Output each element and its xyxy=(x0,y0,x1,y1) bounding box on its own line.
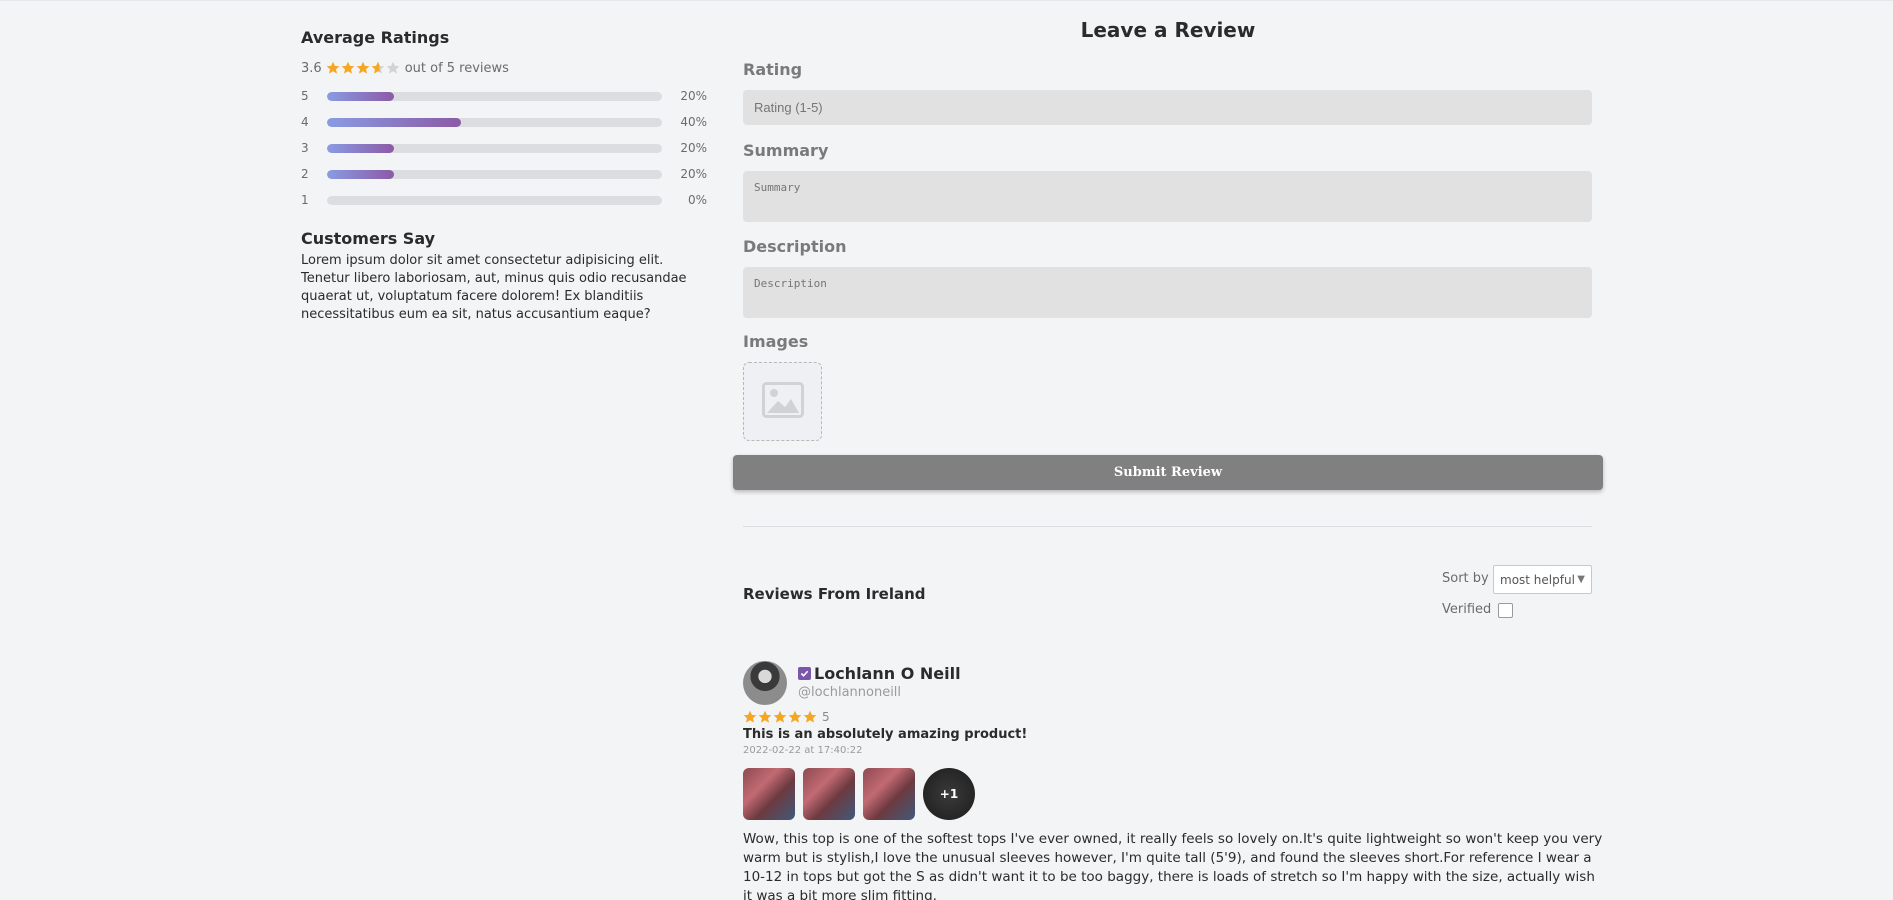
verified-label: Verified xyxy=(1442,602,1492,617)
rating-row-label: 1 xyxy=(301,193,309,207)
review-image-thumbnail[interactable] xyxy=(803,768,855,820)
leave-review-title: Leave a Review xyxy=(1080,18,1256,42)
rating-bar xyxy=(327,169,662,179)
review-stars xyxy=(743,710,818,724)
sort-select[interactable]: most helpful ▼ xyxy=(1493,565,1592,594)
image-placeholder-icon xyxy=(761,381,804,422)
average-stars xyxy=(326,61,401,75)
star-empty-icon xyxy=(386,61,400,75)
reviewer-handle: @lochlannoneill xyxy=(798,685,902,700)
reviewer-name[interactable]: Lochlann O Neill xyxy=(814,664,961,683)
review-image-thumbnail[interactable] xyxy=(743,768,795,820)
rating-row-5: 5 20% xyxy=(301,83,711,109)
rating-input[interactable] xyxy=(743,90,1592,125)
description-input[interactable] xyxy=(743,267,1592,318)
star-filled-icon xyxy=(803,710,817,724)
star-filled-icon xyxy=(773,710,787,724)
verified-checkbox[interactable] xyxy=(1498,603,1513,618)
rating-row-label: 3 xyxy=(301,141,309,155)
sort-by-label: Sort by xyxy=(1442,571,1489,586)
avatar[interactable] xyxy=(743,661,787,705)
rating-bar xyxy=(327,195,662,205)
rating-row-4: 4 40% xyxy=(301,109,711,135)
image-upload-area[interactable] xyxy=(743,362,822,441)
more-images-count: +1 xyxy=(939,787,959,801)
customers-say-text: Lorem ipsum dolor sit amet consectetur a… xyxy=(301,253,687,322)
review-rating: 5 xyxy=(743,710,830,724)
top-divider xyxy=(0,0,1893,1)
rating-row-percent: 20% xyxy=(680,167,707,181)
star-half-icon xyxy=(371,61,385,75)
rating-row-percent: 40% xyxy=(680,115,707,129)
star-filled-icon xyxy=(356,61,370,75)
review-count-text: out of 5 reviews xyxy=(404,60,509,76)
star-filled-icon xyxy=(758,710,772,724)
section-divider xyxy=(743,526,1592,527)
images-label: Images xyxy=(743,332,809,351)
rating-row-label: 5 xyxy=(301,89,309,103)
rating-row-1: 1 0% xyxy=(301,187,711,213)
rating-row-3: 3 20% xyxy=(301,135,711,161)
summary-label: Summary xyxy=(743,141,829,160)
chevron-down-icon: ▼ xyxy=(1577,574,1585,585)
customers-say-title: Customers Say xyxy=(301,229,436,248)
average-rating-line: 3.6 out of 5 reviews xyxy=(301,59,711,77)
review-image-thumbnail[interactable] xyxy=(863,768,915,820)
description-label: Description xyxy=(743,237,847,256)
average-rating-value: 3.6 xyxy=(301,60,322,76)
verified-check-icon xyxy=(798,667,811,680)
rating-label: Rating xyxy=(743,60,803,79)
star-filled-icon xyxy=(326,61,340,75)
rating-bar-fill xyxy=(327,169,394,179)
review-images: +1 xyxy=(743,768,983,820)
rating-bar xyxy=(327,91,662,101)
rating-bar-fill xyxy=(327,143,394,153)
more-images-button[interactable]: +1 xyxy=(923,768,975,820)
rating-bar xyxy=(327,143,662,153)
ratings-summary: Average Ratings 3.6 out of 5 reviews 5 20… xyxy=(301,28,711,324)
rating-row-percent: 20% xyxy=(680,141,707,155)
reviews-heading: Reviews From Ireland xyxy=(743,585,926,603)
star-filled-icon xyxy=(341,61,355,75)
rating-row-2: 2 20% xyxy=(301,161,711,187)
average-ratings-title: Average Ratings xyxy=(301,28,450,47)
rating-row-label: 4 xyxy=(301,115,309,129)
review-body: Wow, this top is one of the softest tops… xyxy=(743,831,1603,900)
rating-distribution: 5 20% 4 40% 3 20% 2 20% 1 0% xyxy=(301,83,711,213)
review-date: 2022-02-22 at 17:40:22 xyxy=(743,745,863,756)
submit-review-button[interactable]: Submit Review xyxy=(733,455,1603,490)
rating-bar xyxy=(327,117,662,127)
review-rating-value: 5 xyxy=(822,710,830,724)
rating-bar-fill xyxy=(327,117,461,127)
star-filled-icon xyxy=(788,710,802,724)
review-title: This is an absolutely amazing product! xyxy=(743,727,1028,742)
rating-row-percent: 20% xyxy=(680,89,707,103)
sort-select-value: most helpful xyxy=(1500,572,1575,587)
star-filled-icon xyxy=(743,710,757,724)
summary-input[interactable] xyxy=(743,171,1592,222)
rating-row-label: 2 xyxy=(301,167,309,181)
rating-row-percent: 0% xyxy=(687,193,707,207)
rating-bar-fill xyxy=(327,91,394,101)
